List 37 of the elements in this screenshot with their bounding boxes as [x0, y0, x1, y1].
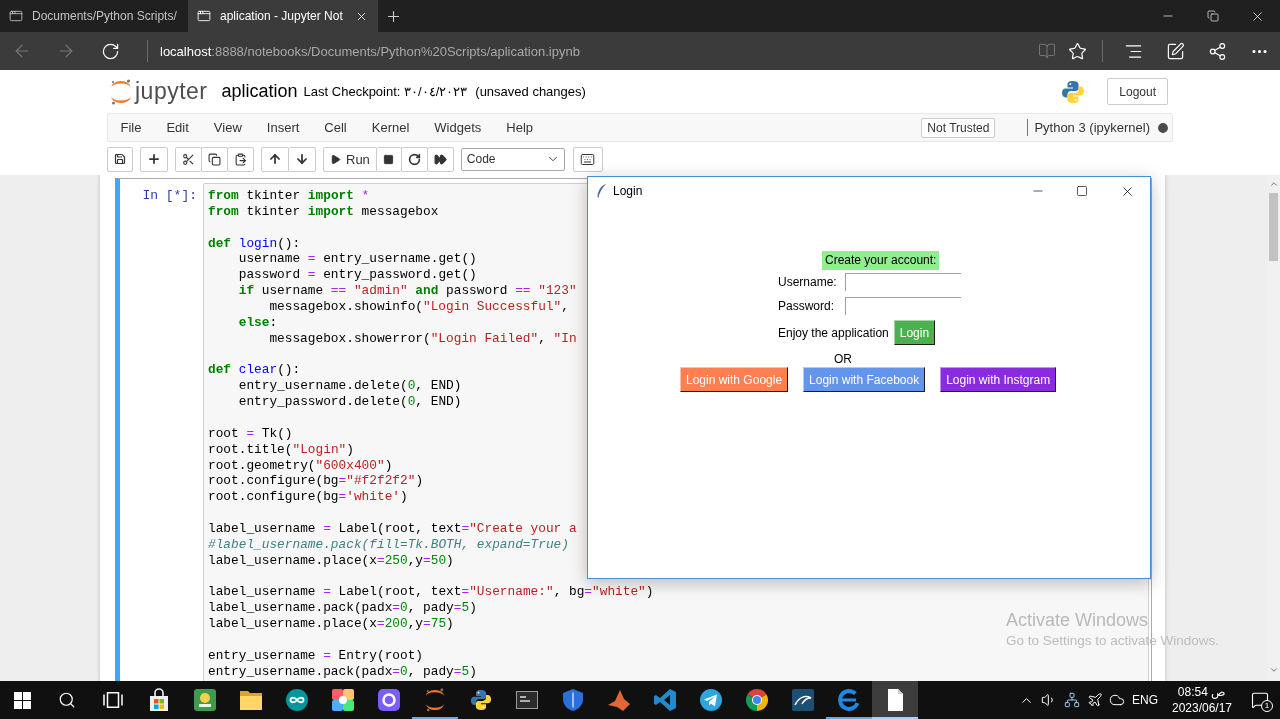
- code-line: #label_username.pack(fill=Tk.BOTH, expand=True): [208, 536, 569, 553]
- code-line: entry_password.delete(0, END): [238, 394, 462, 411]
- field-label: Username:: [778, 275, 837, 289]
- code-line: entry_username.delete(0, END): [238, 378, 462, 395]
- activation-title: Activate Windows: [1006, 609, 1149, 631]
- code-line: from tkinter import messagebox: [208, 203, 439, 220]
- code-line: label_username.place(x=250,y=50): [208, 552, 454, 569]
- code-line: label_username.place(x=200,y=75): [208, 616, 454, 633]
- separator-text: OR: [834, 352, 852, 366]
- save-status: (unsaved changes): [475, 84, 586, 99]
- logo-text: jupyter: [135, 78, 208, 105]
- code-line: entry_username.pack(padx=0, pady=5): [208, 663, 477, 680]
- code-line: messagebox.showerror("Login Failed", "In: [269, 330, 577, 347]
- code-line: username = entry_username.get(): [238, 251, 477, 268]
- notification-badge: 1: [1261, 700, 1273, 712]
- caption-text: Enjoy the application: [778, 325, 889, 340]
- code-line: label_username = Label(root, text="Create your a: [208, 521, 577, 537]
- code-line: else:: [238, 314, 278, 331]
- code-line: password = entry_password.get(): [238, 267, 477, 284]
- code-line: root = Tk(): [208, 425, 293, 442]
- code-line: messagebox.showinfo("Login Successful",: [269, 299, 569, 315]
- code-line: from tkinter import *: [208, 188, 370, 204]
- code-line: label_username = Label(root, text="Username:", bg="white"): [208, 584, 654, 601]
- window-title: Login: [613, 184, 643, 198]
- code-line: if username == "admin" and password == "123": [238, 283, 577, 299]
- code-line: entry_username = Entry(root): [208, 647, 424, 664]
- cell-prompt: In [*]:: [142, 188, 197, 204]
- code-line: root.configure(bg="#f2f2f2"): [208, 473, 424, 490]
- field-label: Password:: [778, 299, 835, 313]
- code-line: root.title("Login"): [208, 441, 354, 458]
- code-line: label_username.pack(padx=0, pady=5): [208, 600, 477, 617]
- code-line: root.configure(bg='white'): [208, 489, 408, 506]
- code-line: def clear():: [208, 362, 301, 379]
- checkpoint-status: Last Checkpoint: ٣٠/٠٤/٢٠٢٣: [303, 84, 468, 99]
- code-line: root.geometry("600x400"): [208, 457, 393, 474]
- heading-label: Create your account:: [822, 251, 940, 270]
- code-line: def login():: [208, 235, 301, 252]
